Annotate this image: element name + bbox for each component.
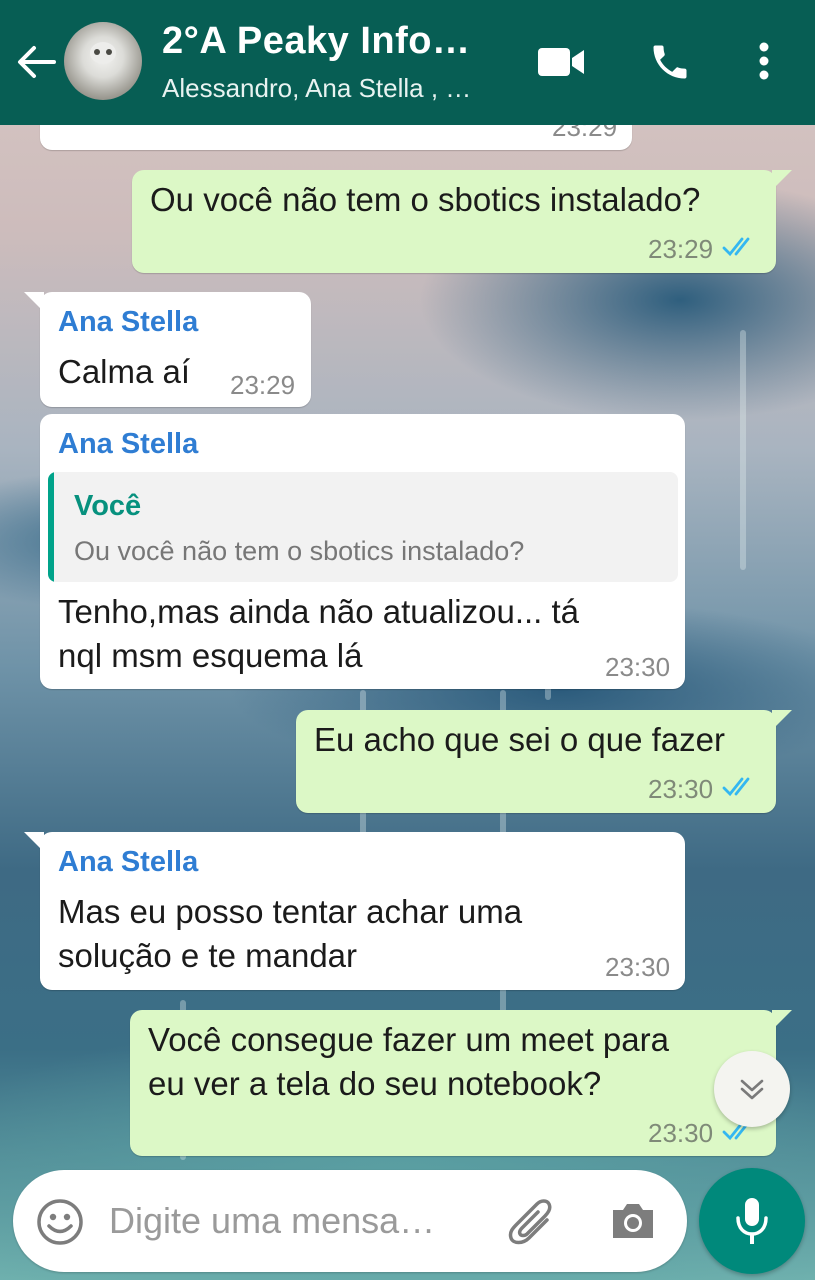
- message-composer[interactable]: Digite uma mensa…: [13, 1170, 687, 1272]
- message-text-line2: nql msm esquema lá: [58, 637, 363, 674]
- camera-icon[interactable]: [609, 1200, 657, 1242]
- message-text: Ou você não tem o sbotics instalado?: [150, 181, 701, 218]
- message-time: 23:29: [230, 370, 296, 400]
- message-time: 23:30: [605, 652, 671, 682]
- more-options-icon[interactable]: [756, 42, 772, 82]
- sender-name: Ana Stella: [58, 846, 199, 878]
- chat-title[interactable]: 2°A Peaky Info…: [162, 20, 471, 63]
- message-incoming-reply[interactable]: Ana Stella Você Ou você não tem o sbotic…: [40, 414, 685, 689]
- chat-header: 2°A Peaky Info… Alessandro, Ana Stella ,…: [0, 0, 815, 125]
- voice-call-icon[interactable]: [648, 40, 692, 84]
- message-incoming[interactable]: Ana Stella Calma aí 23:29: [24, 292, 311, 407]
- message-time: 23:29: [648, 234, 714, 264]
- emoji-icon[interactable]: [35, 1197, 85, 1247]
- message-text-line2: solução e te mandar: [58, 937, 358, 974]
- message-time: 23:30: [648, 774, 714, 804]
- message-text-line1: Tenho,mas ainda não atualizou... tá: [58, 593, 580, 630]
- message-outgoing[interactable]: Ou você não tem o sbotics instalado? 23:…: [132, 170, 792, 273]
- read-ticks-icon: [722, 777, 750, 797]
- chevron-double-down-icon: [740, 1079, 764, 1100]
- chat-participants[interactable]: Alessandro, Ana Stella , …: [162, 73, 471, 104]
- wallpaper-detail: [740, 330, 746, 570]
- back-arrow-icon[interactable]: [14, 42, 58, 82]
- sender-name: Ana Stella: [58, 428, 199, 460]
- message-text: Calma aí: [58, 353, 191, 390]
- message-text-line2: eu ver a tela do seu notebook?: [148, 1065, 602, 1102]
- message-time: 23:30: [605, 952, 671, 982]
- scroll-to-bottom-button[interactable]: [714, 1051, 790, 1127]
- message-outgoing[interactable]: Eu acho que sei o que fazer 23:30: [296, 710, 792, 813]
- quoted-message[interactable]: Você Ou você não tem o sbotics instalado…: [48, 472, 678, 582]
- mic-icon: [736, 1198, 768, 1244]
- video-call-icon[interactable]: [538, 44, 586, 80]
- attach-icon[interactable]: [507, 1198, 557, 1246]
- message-text-line1: Mas eu posso tentar achar uma: [58, 893, 523, 930]
- quoted-sender: Você: [74, 490, 142, 522]
- message-outgoing[interactable]: Você consegue fazer um meet para eu ver …: [130, 1010, 792, 1156]
- sender-name: Ana Stella: [58, 306, 199, 338]
- message-input[interactable]: Digite uma mensa…: [109, 1200, 435, 1242]
- quoted-text: Ou você não tem o sbotics instalado?: [74, 536, 525, 566]
- read-ticks-icon: [722, 237, 750, 257]
- group-avatar[interactable]: [64, 22, 142, 100]
- message-incoming[interactable]: Ana Stella Mas eu posso tentar achar uma…: [24, 832, 685, 990]
- message-text: Eu acho que sei o que fazer: [314, 721, 725, 758]
- message-text-line1: Você consegue fazer um meet para: [148, 1021, 669, 1058]
- mic-button[interactable]: [699, 1168, 805, 1274]
- message-time: 23:30: [648, 1118, 714, 1148]
